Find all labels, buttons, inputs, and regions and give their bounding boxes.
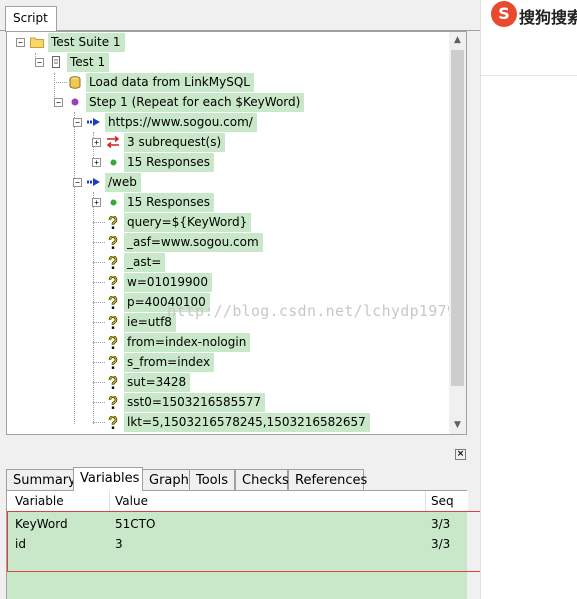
browser-side-strip: S 搜狗搜索 — [480, 0, 577, 599]
expand-toggle[interactable]: + — [92, 138, 101, 147]
tree-node-param[interactable]: query=${KeyWord} — [124, 213, 252, 232]
variable-name: id — [15, 537, 26, 551]
database-icon — [68, 75, 82, 89]
variable-value: 51CTO — [115, 517, 156, 531]
collapse-toggle[interactable]: − — [54, 98, 63, 107]
variables-table: Variable Value Seq KeyWord 51CTO 3/3 id … — [6, 491, 468, 599]
script-tree[interactable]: − Test Suite 1 − Test 1 Load data from L… — [6, 31, 467, 435]
question-icon — [106, 415, 120, 429]
tree-node-load-data[interactable]: Load data from LinkMySQL — [86, 73, 254, 92]
tree-node-param[interactable]: s_from=index — [124, 353, 215, 372]
collapse-toggle[interactable]: − — [16, 38, 25, 47]
variable-seq: 3/3 — [431, 537, 451, 551]
divider — [481, 75, 577, 76]
expand-toggle[interactable]: + — [92, 158, 101, 167]
tree-node-responses-1[interactable]: 15 Responses — [124, 153, 214, 172]
app-window: Script − Test Suite 1 − Test 1 Load data… — [0, 0, 484, 599]
tab-checks[interactable]: Checks — [235, 469, 289, 490]
tree-node-param[interactable]: _asf=www.sogou.com — [124, 233, 263, 252]
tab-graph[interactable]: Graph — [142, 469, 190, 490]
tree-node-responses-2[interactable]: 15 Responses — [124, 193, 214, 212]
step-icon — [68, 95, 82, 109]
variables-table-header: Variable Value Seq — [7, 491, 468, 512]
tab-script[interactable]: Script — [5, 6, 57, 32]
tab-summary[interactable]: Summary — [6, 469, 76, 490]
column-header-seq[interactable]: Seq — [431, 494, 454, 508]
tree-node-test[interactable]: Test 1 — [67, 53, 110, 72]
bottom-tab-strip: Summary Variables Graph Tools Checks Ref… — [6, 467, 480, 491]
expand-toggle[interactable]: + — [92, 198, 101, 207]
request-arrow-icon — [87, 175, 101, 189]
question-icon — [106, 235, 120, 249]
question-icon — [106, 255, 120, 269]
tree-node-param[interactable]: from=index-nologin — [124, 333, 251, 352]
tree-node-subrequests[interactable]: 3 subrequest(s) — [124, 133, 226, 152]
table-row[interactable]: id 3 3/3 — [7, 535, 468, 555]
variable-name: KeyWord — [15, 517, 68, 531]
tab-tools[interactable]: Tools — [189, 469, 235, 490]
scroll-down-icon[interactable]: ▼ — [452, 420, 463, 431]
tree-node-param[interactable]: _ast= — [124, 253, 166, 272]
request-arrow-icon — [87, 115, 101, 129]
folder-icon — [30, 35, 44, 49]
question-icon — [106, 335, 120, 349]
response-dot-icon — [106, 155, 120, 169]
tree-node-param[interactable]: w=01019900 — [124, 273, 212, 292]
question-icon — [106, 355, 120, 369]
tree-node-step[interactable]: Step 1 (Repeat for each $KeyWord) — [86, 93, 305, 112]
tree-node-request-web[interactable]: /web — [105, 173, 141, 192]
question-icon — [106, 395, 120, 409]
question-icon — [106, 215, 120, 229]
sogou-logo-icon[interactable]: S — [491, 1, 517, 27]
tree-node-request-root[interactable]: https://www.sogou.com/ — [105, 113, 257, 132]
variable-value: 3 — [115, 537, 123, 551]
panel-splitter — [0, 435, 480, 467]
scrollbar-thumb[interactable] — [451, 50, 464, 386]
column-header-variable[interactable]: Variable — [15, 494, 64, 508]
sogou-logo-text[interactable]: 搜狗搜索 — [519, 4, 577, 28]
tree-node-param[interactable]: sst0=1503216585577 — [124, 393, 266, 412]
tab-references[interactable]: References — [288, 469, 367, 490]
response-dot-icon — [106, 195, 120, 209]
test-icon — [49, 55, 63, 69]
question-icon — [106, 275, 120, 289]
question-icon — [106, 375, 120, 389]
variable-seq: 3/3 — [431, 517, 451, 531]
question-icon — [106, 295, 120, 309]
tree-node-param[interactable]: sut=3428 — [124, 373, 191, 392]
subrequest-icon — [106, 135, 120, 149]
collapse-toggle[interactable]: − — [35, 58, 44, 67]
tab-variables[interactable]: Variables — [73, 467, 143, 491]
tree-node-param[interactable]: lkt=5,1503216578245,1503216582657 — [124, 413, 370, 432]
scroll-up-icon[interactable]: ▲ — [452, 35, 463, 46]
watermark-text: http://blog.csdn.net/lchydp1979 — [167, 302, 457, 320]
close-icon[interactable]: × — [455, 449, 466, 460]
tree-node-test-suite[interactable]: Test Suite 1 — [48, 33, 125, 52]
table-row[interactable]: KeyWord 51CTO 3/3 — [7, 515, 468, 535]
collapse-toggle[interactable]: − — [73, 118, 82, 127]
question-icon — [106, 315, 120, 329]
collapse-toggle[interactable]: − — [73, 178, 82, 187]
column-header-value[interactable]: Value — [115, 494, 148, 508]
script-tab-strip: Script — [0, 0, 480, 32]
tree-vertical-scrollbar[interactable]: ▲ ▼ — [449, 32, 466, 434]
